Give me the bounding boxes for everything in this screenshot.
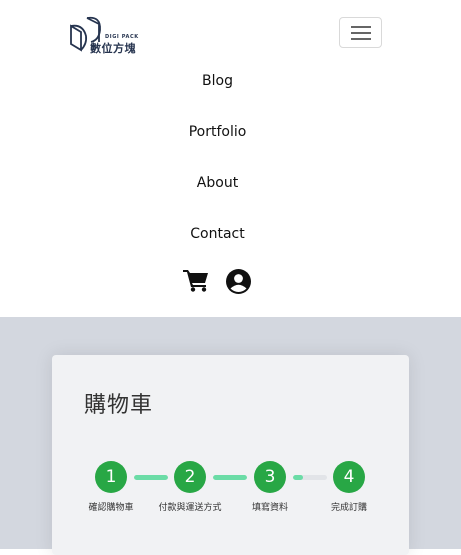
step-progress-fill — [213, 475, 247, 480]
step-1-circle: 1 — [95, 461, 127, 493]
brand-logo[interactable]: DIGI PACK 數位方塊 — [69, 16, 139, 56]
step-2-label: 付款與運送方式 — [158, 503, 222, 513]
nav-link-about[interactable]: About — [0, 175, 435, 191]
nav-link-contact[interactable]: Contact — [0, 226, 435, 242]
step-progress-fill — [293, 475, 304, 480]
step-progress-bar — [213, 475, 247, 480]
site-header: DIGI PACK 數位方塊 Blog Portfolio About Cont… — [0, 0, 461, 317]
user-circle-icon[interactable] — [226, 269, 251, 294]
step-progress-fill — [134, 475, 168, 480]
step-progress-bar — [134, 475, 168, 480]
nav-link-blog[interactable]: Blog — [0, 73, 435, 89]
menu-toggle-button[interactable] — [339, 17, 382, 48]
step-4-label: 完成訂購 — [330, 503, 367, 513]
step-4-circle: 4 — [333, 461, 365, 493]
nav-link-portfolio[interactable]: Portfolio — [0, 124, 435, 140]
page-title: 購物車 — [84, 393, 154, 418]
brand-name: 數位方塊 — [90, 42, 136, 55]
step-3-circle: 3 — [254, 461, 286, 493]
step-progress-bar — [293, 475, 327, 480]
step-3-label: 填寫資料 — [251, 503, 288, 513]
hamburger-line — [351, 32, 371, 34]
step-1-label: 確認購物車 — [88, 503, 134, 513]
step-2-circle: 2 — [174, 461, 206, 493]
cart-card: 購物車 1 2 3 4 確認購物車 付款與運送方式 填寫資料 完成訂購 — [52, 355, 409, 555]
hamburger-line — [351, 38, 371, 40]
main-section: 購物車 1 2 3 4 確認購物車 付款與運送方式 填寫資料 完成訂購 — [0, 317, 461, 555]
hamburger-menu-icon — [351, 26, 371, 28]
shopping-cart-icon[interactable] — [183, 268, 209, 292]
